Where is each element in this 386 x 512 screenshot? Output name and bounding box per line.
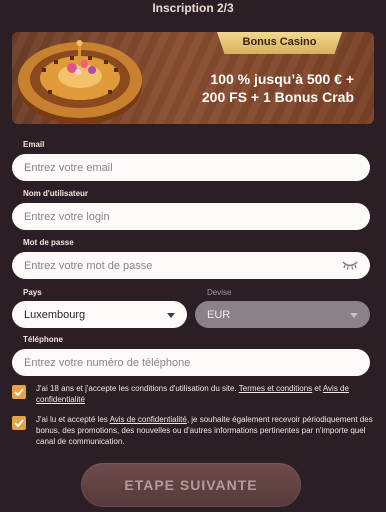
eye-closed-icon[interactable] <box>342 260 358 270</box>
currency-select[interactable]: EUR <box>195 301 370 328</box>
phone-placeholder: Entrez votre numéro de téléphone <box>24 356 191 369</box>
country-select[interactable]: Luxembourg <box>12 301 187 328</box>
bonus-line-2: 200 FS + 1 Bonus Crab <box>201 89 354 105</box>
marketing-privacy-link[interactable]: Avis de confidentialité <box>110 415 187 424</box>
terms-text-middle: et <box>312 384 323 393</box>
terms-text-start: J'ai 18 ans et j'accepte les conditions … <box>36 384 239 393</box>
currency-label: Devise <box>207 288 232 297</box>
chevron-down-icon <box>350 313 358 318</box>
terms-link[interactable]: Termes et conditions <box>239 384 312 393</box>
email-placeholder: Entrez votre email <box>24 161 113 174</box>
currency-value: EUR <box>207 308 231 321</box>
marketing-text-start: J'ai lu et accepté les <box>36 415 110 424</box>
checkmark-icon <box>14 419 24 428</box>
phone-label: Téléphone <box>23 335 64 344</box>
email-field[interactable]: Entrez votre email <box>12 154 370 181</box>
bonus-line-1: 100 % jusqu’à 500 € + <box>210 71 354 87</box>
password-label: Mot de passe <box>23 238 74 247</box>
terms-consent: J'ai 18 ans et j'accepte les conditions … <box>12 383 374 407</box>
bonus-offer-text: 100 % jusqu’à 500 € + 200 FS + 1 Bonus C… <box>154 70 354 106</box>
email-label: Email <box>23 140 45 149</box>
username-field[interactable]: Entrez votre login <box>12 203 370 230</box>
country-label: Pays <box>23 288 42 297</box>
next-step-button[interactable]: ETAPE SUIVANTE <box>81 463 301 507</box>
terms-checkbox[interactable] <box>12 385 26 399</box>
marketing-text: J'ai lu et accepté les Avis de confident… <box>36 414 374 447</box>
terms-text: J'ai 18 ans et j'accepte les conditions … <box>36 383 374 405</box>
phone-field[interactable]: Entrez votre numéro de téléphone <box>12 349 370 376</box>
country-value: Luxembourg <box>24 308 86 321</box>
marketing-consent: J'ai lu et accepté les Avis de confident… <box>12 414 374 450</box>
password-placeholder: Entrez votre mot de passe <box>24 259 153 272</box>
roulette-wheel-image <box>18 40 142 124</box>
bonus-banner: Bonus Casino 100 % jusqu’à 500 € + 200 F… <box>12 32 374 124</box>
page-title: Inscription 2/3 <box>152 1 234 15</box>
bonus-ribbon: Bonus Casino <box>217 32 342 54</box>
chevron-down-icon <box>167 313 175 318</box>
marketing-checkbox[interactable] <box>12 416 26 430</box>
username-label: Nom d'utilisateur <box>23 189 89 198</box>
username-placeholder: Entrez votre login <box>24 210 110 223</box>
checkmark-icon <box>14 388 24 397</box>
password-field[interactable]: Entrez votre mot de passe <box>12 252 370 279</box>
